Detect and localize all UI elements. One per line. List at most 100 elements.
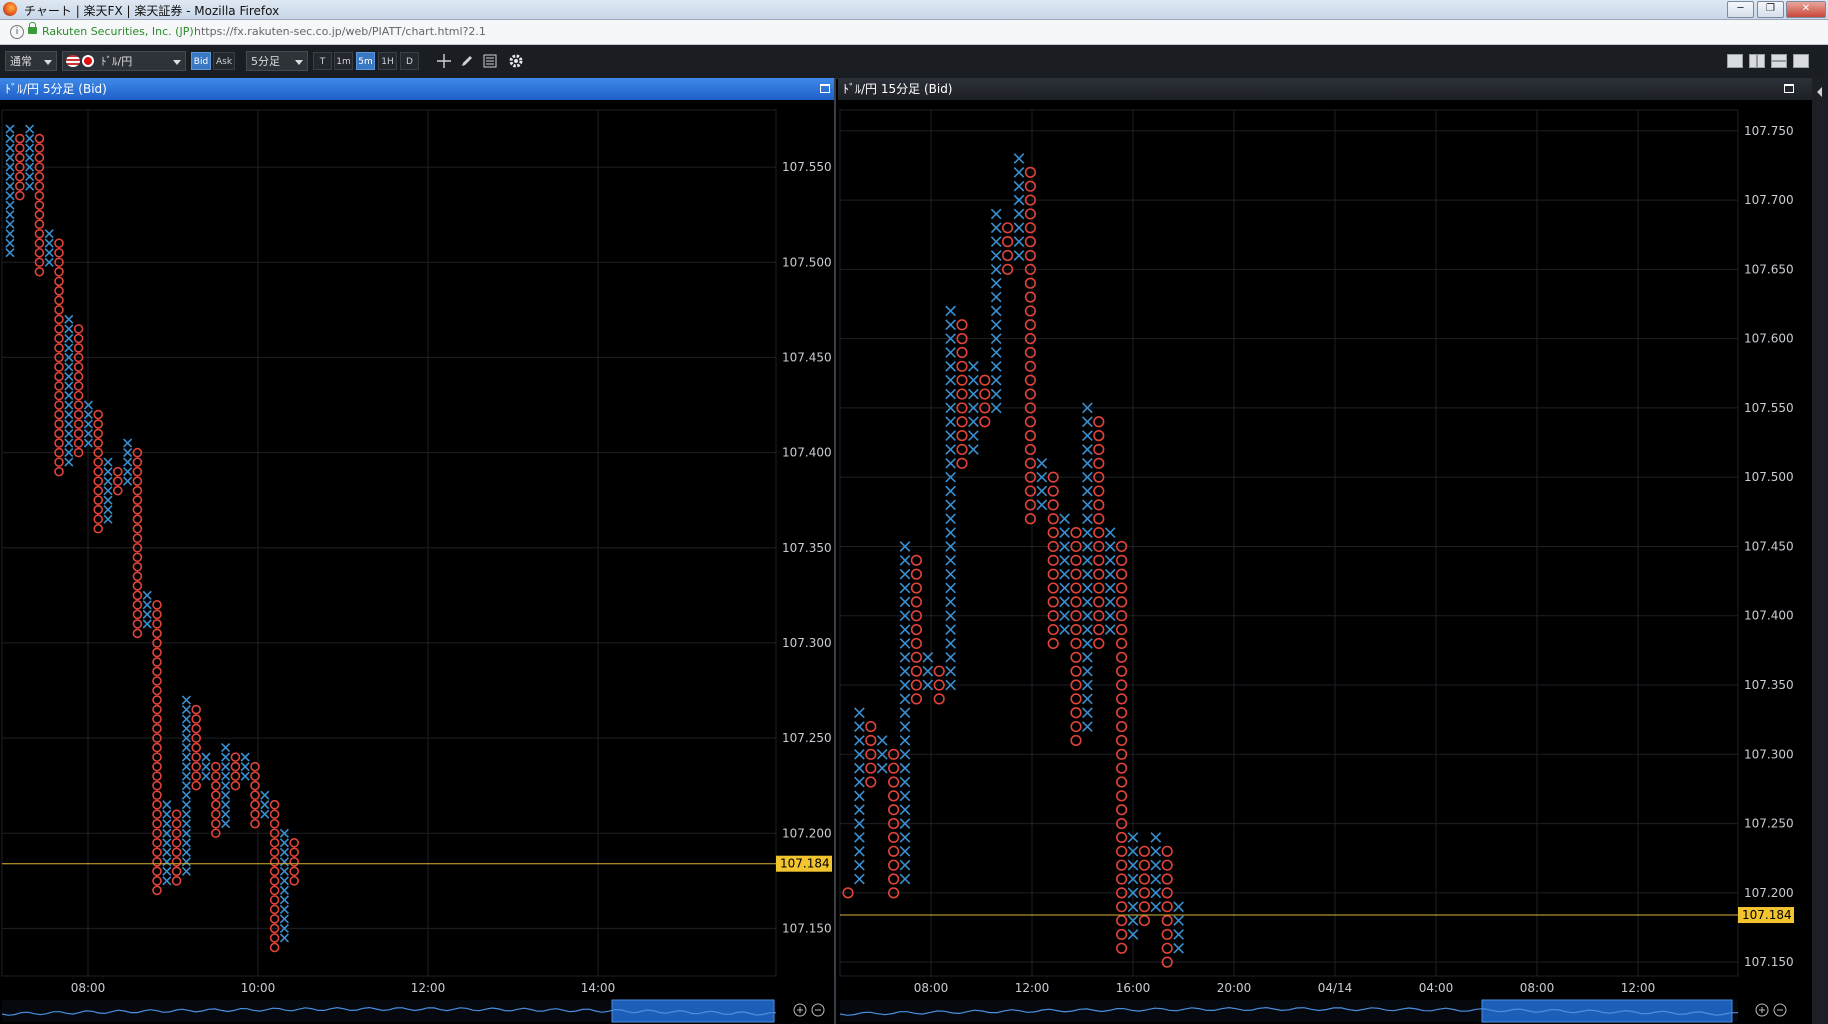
o-mark (1024, 485, 1036, 497)
o-mark (1024, 180, 1036, 192)
layout-single-icon[interactable] (1727, 54, 1743, 68)
x-mark (64, 324, 74, 334)
crosshair-icon[interactable] (436, 53, 452, 69)
address-bar[interactable]: i Rakuten Securities, Inc. (JP) https://… (0, 20, 1828, 45)
gear-icon[interactable] (507, 52, 525, 70)
x-mark (1150, 845, 1162, 857)
o-mark (152, 619, 162, 629)
o-mark (54, 457, 64, 467)
o-mark (1047, 485, 1059, 497)
o-mark (34, 247, 45, 258)
x-mark (279, 885, 289, 895)
x-mark (221, 809, 231, 819)
maximize-icon[interactable] (820, 84, 830, 93)
x-mark (64, 333, 74, 343)
zoom-in-icon[interactable] (793, 1003, 807, 1017)
lock-icon (28, 22, 37, 34)
o-mark (191, 780, 201, 791)
o-mark (54, 390, 64, 401)
x-mark (279, 847, 289, 857)
currency-pair-select[interactable]: ﾄﾞﾙ/円 (62, 51, 186, 71)
x-mark (5, 210, 15, 220)
o-mark (956, 346, 968, 359)
x-mark (25, 181, 35, 191)
layout-grid-icon[interactable] (1793, 54, 1809, 68)
current-price-label: 107.184 (1742, 908, 1792, 922)
right-chart-panel[interactable]: ﾄﾞﾙ/円 15分足 (Bid) 107.150 107.200 107.250 10… (838, 78, 1812, 1024)
x-mark (1082, 707, 1093, 719)
x-mark (968, 374, 979, 386)
o-mark (191, 742, 201, 753)
x-mark (1104, 527, 1116, 538)
o-mark (979, 388, 991, 400)
o-mark (152, 647, 162, 658)
zoom-out-icon[interactable] (811, 1003, 825, 1017)
info-icon[interactable]: i (10, 25, 24, 39)
minimize-button[interactable]: ─ (1727, 1, 1754, 18)
o-mark (15, 152, 25, 163)
left-pnf-chart[interactable]: 107.150 107.200 107.250 107.300 107.350 107.4… (0, 100, 834, 1024)
restore-button[interactable]: ❐ (1757, 1, 1784, 18)
period-1h-button[interactable]: 1H (378, 52, 397, 70)
x-mark (221, 781, 231, 791)
o-mark (910, 665, 922, 677)
period-5m-button[interactable]: 5m (356, 52, 375, 70)
period-day-button[interactable]: D (400, 52, 419, 70)
o-mark (93, 428, 103, 439)
o-mark (152, 809, 162, 820)
chevron-left-icon[interactable] (1812, 82, 1828, 102)
side-collapse-bar[interactable] (1812, 78, 1828, 1024)
x-mark (181, 857, 191, 867)
x-mark (945, 499, 956, 511)
left-panel-header[interactable]: ﾄﾞﾙ/円 5分足 (Bid) (0, 78, 834, 100)
indicator-icon[interactable] (482, 53, 498, 69)
x-mark (64, 381, 74, 391)
x-mark (945, 554, 956, 566)
right-panel-header[interactable]: ﾄﾞﾙ/円 15分足 (Bid) (838, 78, 1812, 100)
o-mark (289, 837, 299, 848)
x-mark (1104, 554, 1116, 566)
x-mark (64, 390, 74, 401)
o-mark (910, 554, 922, 566)
x-mark (899, 845, 911, 857)
mode-select[interactable]: 通常 (5, 51, 57, 71)
o-mark (152, 847, 162, 858)
bid-button[interactable]: Bid (191, 52, 211, 70)
left-chart-panel[interactable]: ﾄﾞﾙ/円 5分足 (Bid) 107.150 107.200 107.250 107… (0, 78, 836, 1024)
o-mark (15, 143, 25, 153)
pencil-icon[interactable] (459, 53, 475, 69)
o-mark (132, 485, 143, 496)
navigator-selection[interactable] (1481, 999, 1733, 1023)
o-mark (132, 609, 143, 620)
url-text[interactable]: https://fx.rakuten-sec.co.jp/web/PIATT/c… (194, 25, 486, 38)
x-mark (221, 762, 231, 772)
o-mark (1070, 527, 1082, 539)
o-mark (54, 400, 64, 410)
o-mark (910, 596, 922, 608)
o-mark (93, 466, 103, 477)
x-mark (990, 250, 1002, 261)
site-identity[interactable]: Rakuten Securities, Inc. (JP) (42, 25, 194, 38)
o-mark (1024, 208, 1036, 220)
o-mark (191, 771, 201, 781)
close-button[interactable]: ✕ (1786, 1, 1826, 18)
timeframe-select[interactable]: 5分足 (246, 51, 308, 71)
right-pnf-chart[interactable]: 107.150 107.200 107.250 107.300 107.350 107.4… (838, 100, 1812, 1024)
navigator-selection[interactable] (611, 999, 775, 1023)
period-1m-button[interactable]: 1m (334, 52, 353, 70)
x-mark (44, 248, 54, 258)
o-mark (269, 799, 280, 810)
ask-button[interactable]: Ask (213, 52, 235, 70)
period-tick-button[interactable]: T (313, 52, 332, 70)
o-mark (1024, 277, 1036, 289)
layout-two-row-icon[interactable] (1771, 54, 1787, 68)
o-mark (73, 428, 84, 439)
o-mark (1138, 901, 1150, 913)
zoom-out-icon[interactable] (1773, 1003, 1787, 1017)
maximize-icon[interactable] (1784, 84, 1794, 93)
layout-two-column-icon[interactable] (1749, 54, 1765, 68)
x-mark (899, 762, 911, 774)
y-tick-label: 107.550 (782, 160, 832, 174)
o-mark (93, 476, 103, 486)
zoom-in-icon[interactable] (1755, 1003, 1769, 1017)
